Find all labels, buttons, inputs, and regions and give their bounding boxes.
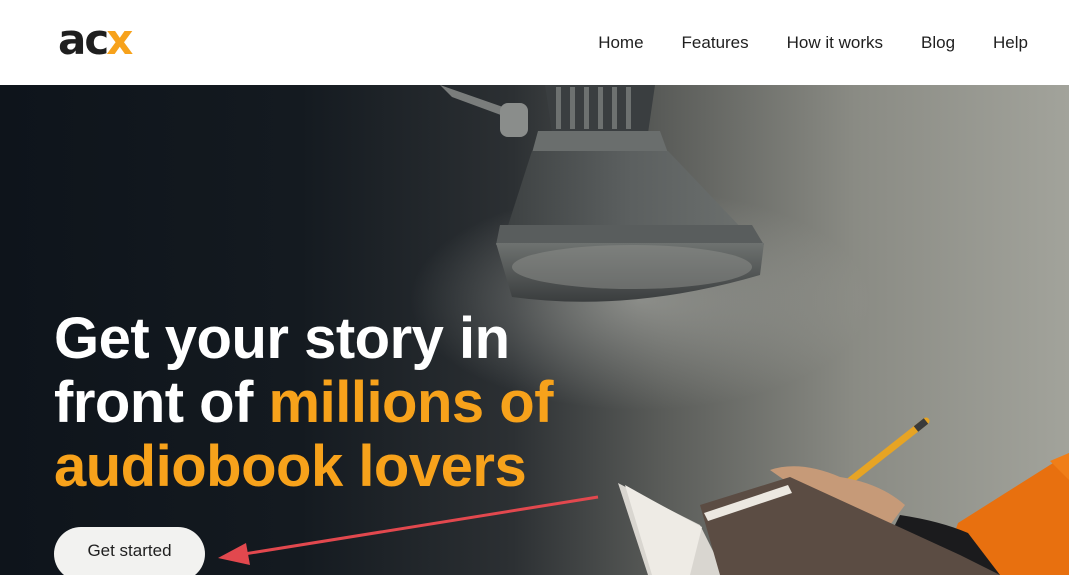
- hero-section: Get your story in front of millions of a…: [0, 85, 1069, 575]
- site-header: ac x Home Features How it works Blog Help: [0, 0, 1069, 85]
- hero-heading: Get your story in front of millions of a…: [54, 307, 614, 499]
- page: ac x Home Features How it works Blog Help: [0, 0, 1069, 575]
- hero-heading-highlight-1: millions of: [268, 370, 554, 435]
- logo-text: ac: [58, 15, 109, 64]
- get-started-button[interactable]: Get started: [54, 527, 205, 575]
- acx-logo[interactable]: ac x: [58, 15, 133, 64]
- nav-how-it-works[interactable]: How it works: [787, 33, 883, 53]
- hero-heading-line-2: front of: [54, 370, 269, 435]
- main-nav: Home Features How it works Blog Help: [598, 0, 1028, 85]
- nav-home[interactable]: Home: [598, 33, 643, 53]
- hero-heading-line-1: Get your story in: [54, 306, 510, 371]
- nav-blog[interactable]: Blog: [921, 33, 955, 53]
- logo-x-mark: x: [106, 15, 133, 64]
- nav-features[interactable]: Features: [682, 33, 749, 53]
- nav-help[interactable]: Help: [993, 33, 1028, 53]
- hero-heading-highlight-2: audiobook lovers: [54, 434, 527, 499]
